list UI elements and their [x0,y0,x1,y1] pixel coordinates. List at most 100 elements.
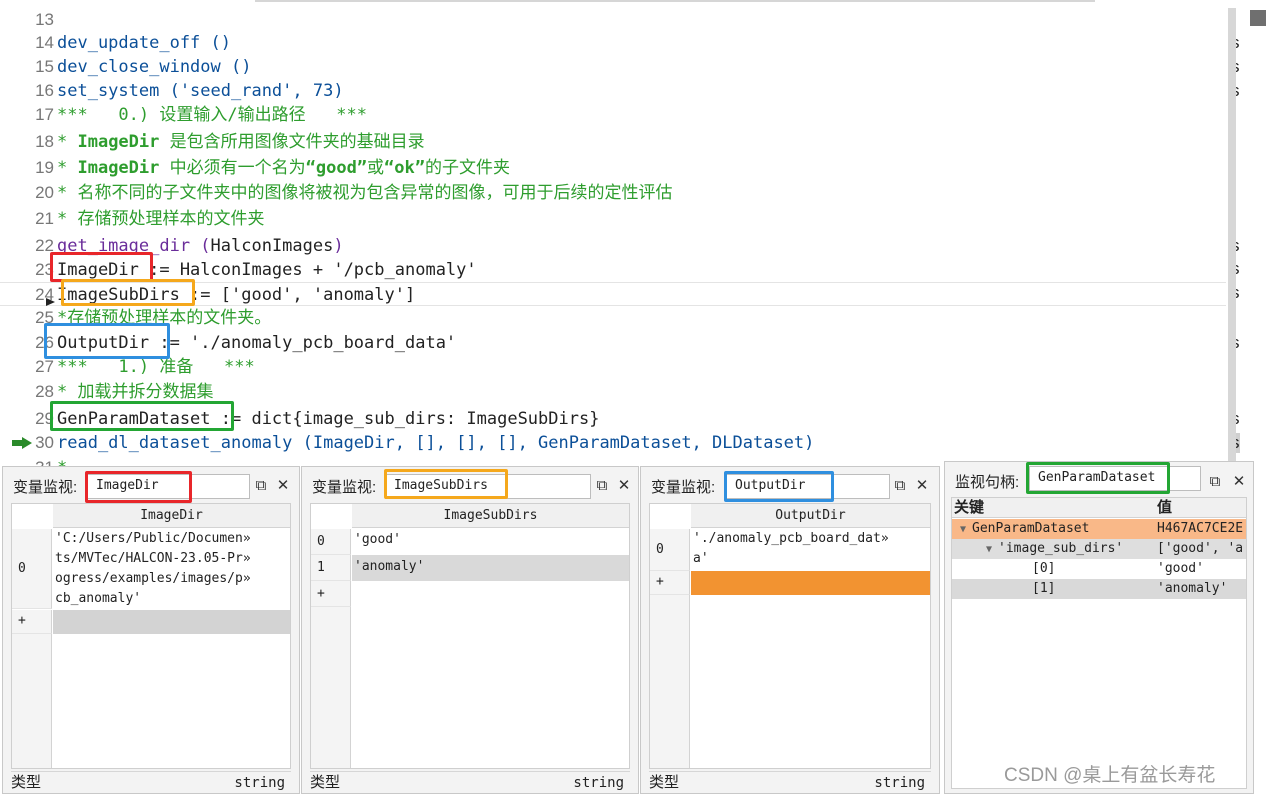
annotation-box-watch-imagesubdirs [384,469,508,499]
code-token: * [57,458,67,466]
variable-watch-pane-outputdir[interactable]: 变量监视: OutputDir ⧉ ✕ OutputDir 0 './anoma… [640,466,940,794]
key-header: 关键 [954,499,985,516]
line-number[interactable]: 20 [28,181,54,205]
tree-value: ['good', 'a [1157,541,1244,556]
line-number[interactable]: 17 [28,103,54,127]
code-line[interactable]: 18 * ImageDir 是包含所用图像文件夹的基础目录 [0,130,1226,154]
cell-value[interactable]: 'good' [352,529,629,555]
float-window-icon[interactable]: ⧉ [1207,473,1223,489]
annotation-box-imagedir [50,252,153,282]
code-token: * [57,158,78,178]
cell-line: a' [693,551,709,566]
cell-value[interactable]: 'anomaly' [352,555,629,581]
tree-key-text: 'image_sub_dirs' [998,541,1124,556]
add-row-cell-selected[interactable] [691,571,930,595]
value-header: 值 [1157,499,1173,516]
line-number[interactable]: 13 [28,8,54,32]
index-column-filler [650,595,690,768]
line-number[interactable]: 16 [28,79,54,103]
cell-line: './anomaly_pcb_board_dat» [693,531,889,546]
float-window-icon[interactable]: ⧉ [892,477,908,493]
code-token: * 存储预处理样本的文件夹 [57,209,265,229]
annotation-box-imagesubdirs [61,279,195,306]
watermark: CSDN @桌上有盆长寿花 [1004,765,1216,786]
handle-tree[interactable]: 关键 值 ▼ GenParamDataset H467AC7CE2E ▼ 'imag… [951,497,1247,789]
variable-watch-pane-imagesubdirs[interactable]: 变量监视: ImageSubDirs ⧉ ✕ ImageSubDirs 0 'g… [301,466,639,794]
code-line[interactable]: 27 *** 1.) 准备 *** [0,355,1226,379]
editor-scrollbar[interactable] [1228,8,1236,463]
add-row-cell[interactable] [53,610,290,634]
close-icon[interactable]: ✕ [914,477,930,493]
close-icon[interactable]: ✕ [1231,473,1247,489]
column-header: ImageDir [53,504,290,528]
code-line[interactable]: 15 dev_close_window () [0,55,1226,79]
line-number[interactable]: 31 [28,456,54,466]
code-line[interactable]: 20 * 名称不同的子文件夹中的图像将被视为包含异常的图像，可用于后续的定性评估 [0,181,1226,205]
watch-grid[interactable]: ImageDir 0 'C:/Users/Public/Documen» ts/… [11,503,291,769]
code-line[interactable]: 14 dev_update_off () [0,31,1226,55]
scrollbar-thumb[interactable] [1228,8,1236,463]
expand-triangle-icon[interactable]: ▼ [986,540,992,560]
code-editor[interactable]: 13 14 dev_update_off () 15 dev_close_window … [0,0,1272,466]
code-text: * [57,456,67,466]
code-token: 中必须有一个名为 [159,158,306,178]
code-line[interactable]: 19 * ImageDir 中必须有一个名为“good”或“ok”的子文件夹 [0,156,1226,180]
tree-row[interactable]: [1] 'anomaly' [952,579,1246,599]
line-number[interactable]: 19 [28,156,54,180]
code-line[interactable]: 16 set_system ('seed_rand', 73) [0,79,1226,103]
row-index[interactable]: 0 [650,529,690,571]
type-footer: 类型 string [310,771,630,793]
code-line[interactable]: 22 get_image_dir (HalconImages) [0,234,1226,258]
float-window-icon[interactable]: ⧉ [594,477,610,493]
line-number[interactable]: 15 [28,55,54,79]
code-token: * 名称不同的子文件夹中的图像将被视为包含异常的图像，可用于后续的定性评估 [57,183,673,203]
add-row-cell[interactable] [352,581,629,607]
cell-line: ts/MVTec/HALCON-23.05-Pr» [55,551,251,566]
code-text: set_system ('seed_rand', 73) [57,79,344,103]
cell-value[interactable]: './anomaly_pcb_board_dat» a' [691,529,930,571]
line-number[interactable]: 18 [28,130,54,154]
code-line[interactable]: 26 OutputDir := './anomaly_pcb_board_data… [0,331,1226,355]
tree-key: [0] [1032,561,1056,576]
add-row-index[interactable]: + [12,610,52,634]
expand-triangle-icon[interactable]: ▼ [960,520,966,540]
tree-row[interactable]: ▼ GenParamDataset H467AC7CE2E [952,519,1246,539]
annotation-box-watch-imagedir [85,471,192,503]
code-token: dev_update_off () [57,33,231,53]
cell-value[interactable]: 'C:/Users/Public/Documen» ts/MVTec/HALCO… [53,529,290,609]
code-line[interactable]: 21 * 存储预处理样本的文件夹 [0,207,1226,231]
column-header: ImageSubDirs [352,504,629,528]
variable-watch-pane-imagedir[interactable]: 变量监视: ImageDir ⧉ ✕ ImageDir 0 'C:/Users/… [2,466,300,794]
handle-watch-pane-genparamdataset[interactable]: 监视句柄: GenParamDataset ⧉ ✕ 关键 值 ▼ GenParam… [944,461,1254,794]
annotation-box-genparamdataset [50,401,234,431]
pane-title: 变量监视: [13,479,78,496]
add-row-index[interactable]: + [650,571,690,595]
line-number[interactable]: 14 [28,31,54,55]
code-token: * 加载并拆分数据集 [57,382,214,402]
close-icon[interactable]: ✕ [616,477,632,493]
type-value: string [573,775,624,791]
row-index[interactable]: 0 [311,529,351,555]
watch-grid[interactable]: ImageSubDirs 0 'good' 1 'anomaly' + [310,503,630,769]
tree-row[interactable]: ▼ 'image_sub_dirs' ['good', 'a [952,539,1246,559]
watch-grid[interactable]: OutputDir 0 './anomaly_pcb_board_dat» a'… [649,503,931,769]
code-text: * ImageDir 中必须有一个名为“good”或“ok”的子文件夹 [57,156,510,180]
code-line[interactable]: 25 *存储预处理样本的文件夹。 [0,306,1226,330]
code-token: read_dl_dataset_anomaly (ImageDir, [], [… [57,433,815,453]
code-line[interactable]: 17 *** 0.) 设置输入/输出路径 *** [0,103,1226,127]
row-index[interactable]: 0 [12,529,52,609]
code-token: ImageDir [77,132,160,152]
close-icon[interactable]: ✕ [275,477,291,493]
pane-title: 变量监视: [651,479,716,496]
code-line[interactable]: 30 read_dl_dataset_anomaly (ImageDir, [],… [0,431,1226,455]
tree-key: ▼ GenParamDataset [960,519,1089,540]
bookmark-icon[interactable] [1250,10,1266,26]
code-text: * 名称不同的子文件夹中的图像将被视为包含异常的图像，可用于后续的定性评估 [57,181,672,205]
float-window-icon[interactable]: ⧉ [253,477,269,493]
tree-row[interactable]: [0] 'good' [952,559,1246,579]
add-row-index[interactable]: + [311,581,351,607]
row-index[interactable]: 1 [311,555,351,581]
line-number[interactable]: 21 [28,207,54,231]
code-line[interactable]: 13 [0,8,1226,32]
code-text: *** 0.) 设置输入/输出路径 *** [57,103,367,127]
